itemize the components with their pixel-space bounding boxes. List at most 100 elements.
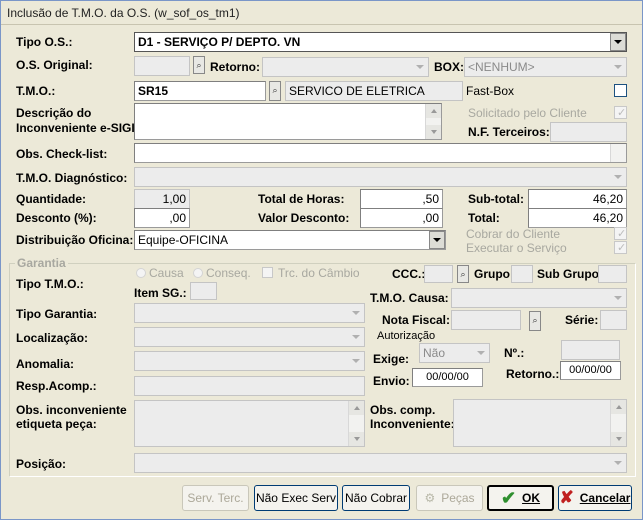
tipo-os-select[interactable]: D1 - SERVIÇO P/ DEPTO. VN <box>134 32 627 52</box>
tipo-garantia-label: Tipo Garantia: <box>16 307 98 321</box>
ok-button[interactable]: ✔ OK <box>487 485 554 511</box>
localizacao-select[interactable] <box>134 327 365 347</box>
total-horas-label: Total de Horas: <box>258 192 345 206</box>
retorno-garantia-field[interactable]: 00/00/00 <box>560 361 621 380</box>
descricao-label-1: Descrição do <box>16 106 92 120</box>
os-original-label: O.S. Original: <box>16 58 93 72</box>
obs-etiqueta-textarea[interactable] <box>134 400 365 447</box>
solicitado-checkbox[interactable]: ✓ <box>614 106 627 119</box>
os-original-field[interactable] <box>134 56 190 76</box>
tmo-diagnostico-select[interactable] <box>134 167 627 187</box>
pecas-label: Peças <box>441 491 475 505</box>
conseq-label: Conseq. <box>206 266 251 280</box>
window-title: Inclusão de T.M.O. da O.S. (w_sof_os_tm1… <box>1 1 642 25</box>
resp-acomp-field[interactable] <box>134 376 365 396</box>
obs-checklist-label: Obs. Check-list: <box>16 147 108 161</box>
fastbox-checkbox[interactable] <box>614 84 627 97</box>
envio-field[interactable]: 00/00/00 <box>412 368 483 387</box>
resp-acomp-label: Resp.Acomp.: <box>16 379 97 393</box>
posicao-label: Posição: <box>16 457 67 471</box>
tipo-garantia-select[interactable] <box>134 303 365 323</box>
numero-field[interactable] <box>561 340 620 360</box>
close-icon: ✘ <box>559 488 574 507</box>
obs-checklist-scrollbar[interactable] <box>610 144 626 162</box>
ccc-label: CCC.: <box>392 267 426 281</box>
fastbox-label: Fast-Box <box>466 84 515 98</box>
nf-terceiros-field[interactable] <box>550 122 627 142</box>
cancelar-button[interactable]: ✘ Cancelar <box>558 485 632 511</box>
tipo-tmo-label: Tipo T.M.O.: <box>16 277 84 291</box>
posicao-select[interactable] <box>134 453 627 473</box>
item-sg-field[interactable] <box>190 282 217 300</box>
grupo-label: Grupo: <box>474 267 514 281</box>
chevron-down-icon[interactable] <box>610 33 626 51</box>
solicitado-label: Solicitado pelo Cliente <box>468 106 587 120</box>
exige-select[interactable]: Não <box>419 343 490 363</box>
descricao-scrollbar[interactable] <box>425 104 441 139</box>
dialog-window: Inclusão de T.M.O. da O.S. (w_sof_os_tm1… <box>0 0 643 520</box>
tmo-diagnostico-label: T.M.O. Diagnóstico: <box>16 171 128 185</box>
retorno-label: Retorno: <box>210 60 260 74</box>
os-original-lookup-button[interactable]: ⌕ <box>193 56 205 74</box>
causa-radio[interactable] <box>136 268 146 278</box>
desconto-field[interactable]: ,00 <box>134 208 190 228</box>
descricao-textarea[interactable] <box>134 103 442 140</box>
serv-terc-button[interactable]: Serv. Terc. <box>182 485 249 511</box>
obs-comp-scrollbar[interactable] <box>610 400 626 446</box>
tipo-os-label: Tipo O.S.: <box>16 35 73 49</box>
anomalia-select[interactable] <box>134 351 365 371</box>
exige-value: Não <box>423 346 446 360</box>
tmo-lookup-button[interactable]: ⌕ <box>269 81 281 101</box>
ccc-lookup-button[interactable]: ⌕ <box>457 265 469 283</box>
serie-field[interactable] <box>600 310 627 330</box>
tipo-os-value: D1 - SERVIÇO P/ DEPTO. VN <box>138 35 301 49</box>
cobrar-checkbox[interactable]: ✓ <box>614 227 627 240</box>
garantia-group-label: Garantia <box>15 256 68 270</box>
sub-grupo-field[interactable] <box>598 265 627 283</box>
cancelar-label: Cancelar <box>579 491 631 505</box>
distribuicao-select[interactable]: Equipe-OFICINA <box>134 230 446 250</box>
nao-exec-serv-button[interactable]: Não Exec Serv <box>254 485 338 511</box>
executar-label: Executar o Serviço <box>466 241 567 255</box>
retorno-garantia-label: Retorno.: <box>506 367 560 381</box>
ccc-field[interactable] <box>424 265 453 283</box>
nota-fiscal-label: Nota Fiscal: <box>382 313 451 327</box>
quantidade-field: 1,00 <box>134 189 190 209</box>
obs-checklist-field[interactable] <box>134 143 627 163</box>
tmo-causa-label: T.M.O. Causa: <box>370 291 449 305</box>
obs-etiqueta-scrollbar[interactable] <box>348 401 364 446</box>
numero-label: Nº.: <box>504 346 525 360</box>
total-field: 46,20 <box>528 208 627 228</box>
nao-cobrar-label: Não Cobrar <box>344 491 408 505</box>
tmo-causa-select[interactable] <box>451 288 627 308</box>
retorno-select[interactable] <box>262 57 429 77</box>
obs-comp-textarea[interactable] <box>453 399 627 447</box>
serv-terc-label: Serv. Terc. <box>187 491 244 505</box>
pecas-button[interactable]: ⚙ Peças <box>416 485 483 511</box>
tmo-code-field[interactable]: SR15 <box>134 81 266 101</box>
valor-desconto-field[interactable]: ,00 <box>360 208 443 228</box>
nao-cobrar-button[interactable]: Não Cobrar <box>342 485 410 511</box>
serie-label: Série: <box>565 313 599 327</box>
box-label: BOX: <box>434 60 464 74</box>
nota-fiscal-field[interactable] <box>451 310 521 330</box>
total-horas-field[interactable]: ,50 <box>360 189 443 209</box>
nf-terceiros-label: N.F. Terceiros: <box>468 125 550 139</box>
desconto-label: Desconto (%): <box>16 211 97 225</box>
obs-comp-label-1: Obs. comp. <box>370 403 436 417</box>
obs-etiqueta-label-2: etiqueta peça: <box>16 417 97 431</box>
causa-label: Causa <box>149 266 184 280</box>
chevron-down-icon[interactable] <box>429 231 445 249</box>
conseq-radio[interactable] <box>193 268 203 278</box>
gear-icon: ⚙ <box>424 491 436 505</box>
total-label: Total: <box>468 211 500 225</box>
cobrar-label: Cobrar do Cliente <box>466 227 561 241</box>
grupo-field[interactable] <box>511 265 533 283</box>
box-select[interactable]: <NENHUM> <box>464 57 627 77</box>
sub-grupo-label: Sub Grupo: <box>537 267 603 281</box>
obs-etiqueta-label-1: Obs. inconveniente <box>16 403 127 417</box>
nota-fiscal-lookup-button[interactable]: ⌕ <box>529 311 541 331</box>
trc-cambio-checkbox[interactable] <box>262 267 273 278</box>
executar-checkbox[interactable]: ✓ <box>614 241 627 254</box>
subtotal-field: 46,20 <box>528 189 627 209</box>
